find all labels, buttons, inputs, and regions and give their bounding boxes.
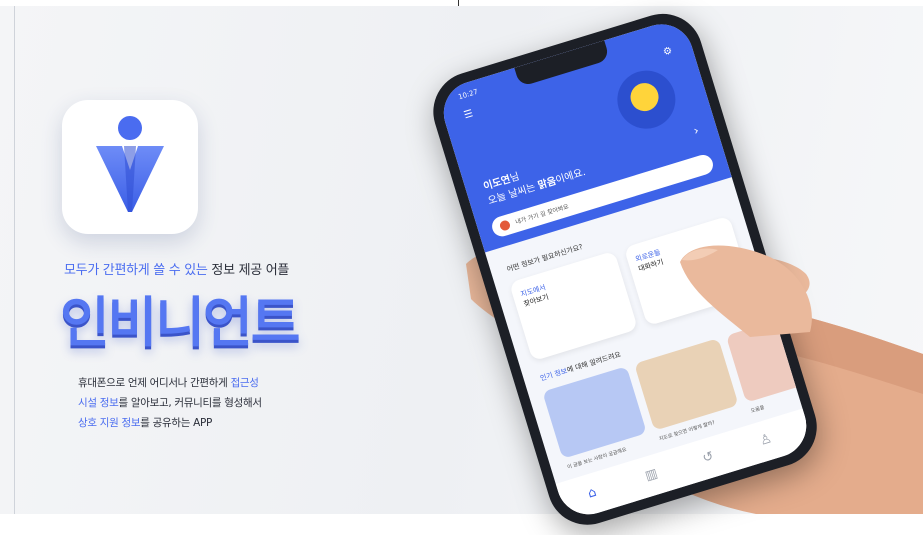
desc-highlight: 시설 정보 [78, 397, 119, 409]
desc-text: 를 공유하는 APP [140, 417, 213, 429]
greeting-suffix: 님 [508, 171, 521, 185]
desc-highlight: 상호 지원 정보 [78, 417, 141, 429]
home-icon[interactable]: ⌂ [586, 485, 598, 502]
sun-icon [627, 79, 663, 115]
desc-line-1: 휴대폰으로 언제 어디서나 간편하게 접근성 [78, 373, 262, 393]
map-icon[interactable]: ▥ [643, 466, 659, 484]
desc-line-2: 시설 정보를 알아보고, 커뮤니티를 형성해서 [78, 393, 262, 413]
card-title: 지도에서 찾아보기 [520, 283, 550, 310]
top-edge-notch [458, 0, 459, 6]
user-icon[interactable]: ♙ [758, 431, 774, 449]
thumb-illustration [680, 245, 812, 337]
tagline-highlight: 모두가 간편하게 쓸 수 있는 [64, 263, 208, 278]
popular-tile-1[interactable] [542, 366, 647, 459]
desc-highlight: 접근성 [230, 377, 259, 389]
left-divider [14, 6, 15, 514]
tagline: 모두가 간편하게 쓸 수 있는 정보 제공 어플 [64, 259, 289, 278]
desc-line-3: 상호 지원 정보를 공유하는 APP [78, 413, 262, 433]
tagline-rest: 정보 제공 어플 [207, 263, 290, 278]
section-highlight: 인기 정보 [539, 366, 569, 383]
app-logo-icon [62, 100, 198, 234]
history-icon[interactable]: ↺ [701, 449, 716, 467]
top-edge [0, 0, 923, 6]
brand-wordmark: 인비니언트 [60, 291, 300, 354]
popular-tile-2[interactable] [634, 338, 739, 431]
desc-text: 휴대폰으로 언제 어디서나 간편하게 [78, 377, 231, 389]
app-description: 휴대폰으로 언제 어디서나 간편하게 접근성 시설 정보를 알아보고, 커뮤니티… [78, 373, 262, 433]
desc-text: 를 알아보고, 커뮤니티를 형성해서 [118, 397, 262, 409]
alert-icon [498, 219, 512, 232]
hero-banner: 모두가 간편하게 쓸 수 있는 정보 제공 어플 인비니언트 휴대폰으로 언제 … [0, 0, 923, 535]
tile-caption-3: 도움을 [750, 404, 766, 415]
